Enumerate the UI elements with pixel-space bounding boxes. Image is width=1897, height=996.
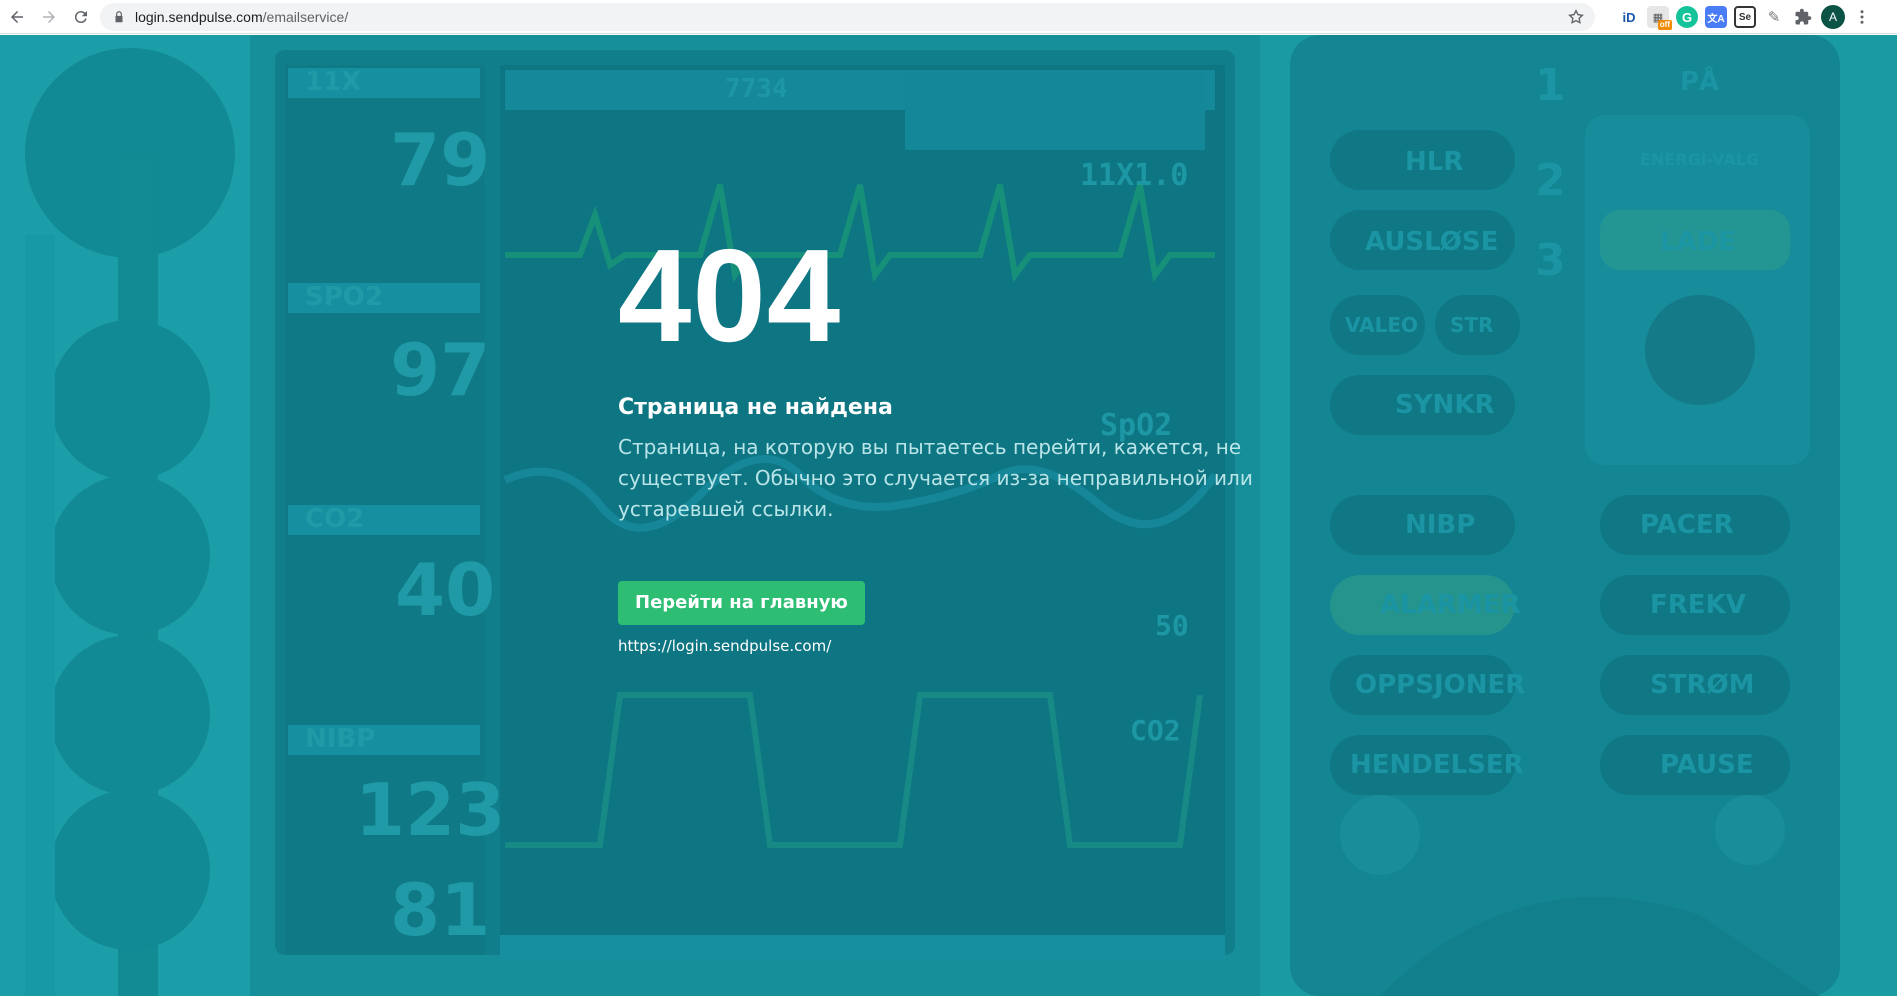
bg-monitor-label: SPO2	[305, 282, 383, 312]
bg-monitor-value: 40	[395, 548, 495, 632]
forward-arrow-icon	[43, 10, 55, 23]
bg-panel-label: NIBP	[1405, 510, 1475, 540]
bg-panel-label: PAUSE	[1660, 750, 1754, 780]
se-label: Se	[1738, 11, 1752, 23]
bg-panel-label: FREKV	[1650, 590, 1746, 620]
browser-toolbar: login.sendpulse.com/emailservice/ iD ▦ of…	[0, 0, 1897, 34]
home-url-link[interactable]: https://login.sendpulse.com/	[618, 637, 1258, 655]
bg-monitor-label: 7734	[725, 74, 788, 104]
error-code: 404	[618, 222, 842, 369]
reload-icon	[74, 10, 87, 23]
lock-icon	[115, 11, 123, 23]
bg-panel-number: 3	[1535, 235, 1566, 286]
bg-panel-label: PÅ	[1680, 65, 1719, 97]
error-content: 404 Страница не найдена Страница, на кот…	[618, 230, 1258, 655]
bg-monitor-label: CO2	[305, 504, 364, 534]
bg-panel-number: 2	[1535, 155, 1566, 206]
grammarly-label: G	[1681, 9, 1693, 25]
url-path: /emailservice/	[262, 9, 349, 25]
bg-panel-number: 1	[1535, 60, 1566, 111]
error-title: Страница не найдена	[618, 395, 893, 420]
bg-panel-label: PACER	[1640, 510, 1734, 540]
bg-panel-label: VALEO	[1345, 313, 1418, 337]
id-extension-icon[interactable]: iD	[1618, 6, 1640, 28]
reload-button[interactable]	[66, 2, 96, 32]
go-home-button[interactable]: Перейти на главную	[618, 581, 865, 625]
bg-panel-label: OPPSJONER	[1355, 670, 1525, 700]
error-page: 11X SPO2 CO2 NIBP 79 97 40 123 81 7734 1…	[0, 35, 1897, 996]
translate-extension-icon[interactable]: 文A	[1705, 6, 1727, 28]
bg-monitor-label: 11X	[305, 67, 361, 97]
bg-panel-label: STRØM	[1650, 670, 1754, 700]
forward-button[interactable]	[34, 2, 64, 32]
avatar-letter: A	[1828, 10, 1837, 24]
bg-monitor-value: 123	[355, 768, 505, 852]
bg-panel-label: HLR	[1405, 147, 1463, 177]
back-arrow-icon	[11, 10, 23, 23]
translate-label: 文A	[1707, 13, 1725, 25]
chrome-menu-icon[interactable]	[1852, 6, 1872, 28]
bg-panel-label: SYNKR	[1395, 390, 1494, 420]
error-description: Страница, на которую вы пытаетесь перейт…	[618, 435, 1253, 521]
bg-panel-label: ENERGI-VALG	[1640, 150, 1759, 169]
off-badge: off	[1657, 20, 1672, 30]
url-text: login.sendpulse.com/emailservice/	[135, 9, 348, 25]
seo-extension-icon[interactable]: Se	[1734, 6, 1756, 28]
grammarly-extension-icon[interactable]: G	[1676, 6, 1698, 28]
bg-panel-label: ALARMER	[1380, 590, 1521, 620]
bg-monitor-label: 11X1.0	[1080, 158, 1188, 193]
bookmark-star-icon[interactable]	[1567, 8, 1585, 26]
bg-monitor-label: CO2	[1130, 714, 1181, 747]
extensions-area: iD ▦ off G 文A Se ✎ A	[1618, 0, 1872, 34]
address-bar[interactable]: login.sendpulse.com/emailservice/	[100, 3, 1595, 31]
bg-monitor-label: NIBP	[305, 724, 375, 754]
bg-panel-label: STR	[1450, 313, 1493, 337]
bg-monitor-value: 81	[390, 868, 490, 952]
back-button[interactable]	[2, 2, 32, 32]
bg-panel-label: LADE	[1660, 227, 1736, 257]
pen-extension-icon[interactable]: ✎	[1763, 6, 1785, 28]
coupon-extension-icon[interactable]: ▦ off	[1647, 6, 1672, 30]
url-host: login.sendpulse.com	[135, 9, 263, 25]
bg-panel-label: HENDELSER	[1350, 750, 1524, 780]
bg-monitor-value: 79	[390, 118, 490, 202]
bg-panel-label: AUSLØSE	[1365, 227, 1498, 257]
profile-avatar[interactable]: A	[1821, 5, 1845, 29]
bg-monitor-value: 97	[390, 328, 490, 412]
extensions-puzzle-icon[interactable]	[1792, 6, 1814, 28]
id-extension-label: iD	[1622, 9, 1636, 25]
